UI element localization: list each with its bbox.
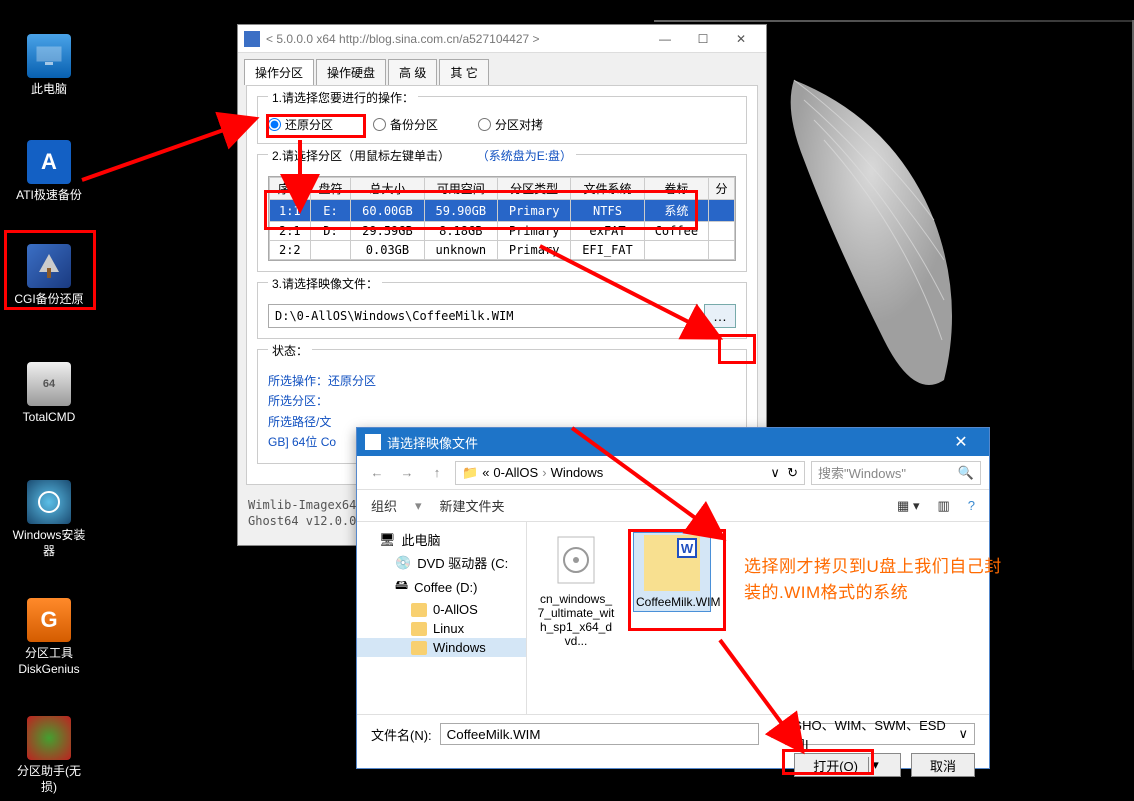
col-size: 总大小 bbox=[351, 178, 424, 200]
col-label: 卷标 bbox=[644, 178, 708, 200]
file-item[interactable]: cn_windows_7_ultimate_with_sp1_x64_dvd..… bbox=[537, 532, 615, 648]
tree-this-pc[interactable]: 🖥此电脑 bbox=[357, 528, 526, 551]
table-row[interactable]: 2:20.03GBunknownPrimaryEFI_FAT bbox=[270, 241, 735, 260]
partition-table[interactable]: 序号 盘符 总大小 可用空间 分区类型 文件系统 卷标 分 1:1E:60.00… bbox=[269, 177, 735, 260]
desktop-icon-label: 分区助手(无损) bbox=[10, 764, 88, 795]
tree-allos[interactable]: 0-AllOS bbox=[357, 600, 526, 619]
file-name: cn_windows_7_ultimate_with_sp1_x64_dvd..… bbox=[537, 592, 615, 648]
dialog-icon bbox=[365, 434, 381, 450]
titlebar[interactable]: < 5.0.0.0 x64 http://blog.sina.com.cn/a5… bbox=[238, 25, 766, 53]
organize-menu[interactable]: 组织 bbox=[371, 496, 397, 515]
file-item-selected[interactable]: W CoffeeMilk.WIM bbox=[633, 532, 711, 612]
section-operation: 1.请选择您要进行的操作： 还原分区 备份分区 分区对拷 bbox=[257, 96, 747, 144]
section-label: 1.请选择您要进行的操作： bbox=[268, 89, 418, 106]
desktop-icon-label: 分区工具DiskGenius bbox=[10, 646, 88, 677]
crumb-item[interactable]: 0-AllOS bbox=[493, 465, 538, 480]
view-button[interactable]: ▦ ▾ bbox=[897, 498, 919, 514]
dialog-titlebar[interactable]: 请选择映像文件 ✕ bbox=[357, 428, 989, 456]
partition-assist-icon bbox=[27, 716, 71, 760]
search-input[interactable]: 搜索"Windows" 🔍 bbox=[811, 461, 981, 485]
section-partition-select: 2.请选择分区（用鼠标左键单击） （系统盘为E:盘） 序号 盘符 总大小 可用空… bbox=[257, 154, 747, 272]
desktop-icon-label: Windows安装器 bbox=[10, 528, 88, 559]
tab-advanced[interactable]: 高 级 bbox=[388, 59, 437, 85]
close-button[interactable]: ✕ bbox=[722, 28, 760, 50]
nav-bar: ← → ↑ 📁 « 0-AllOS › Windows ∨ ↻ 搜索"Windo… bbox=[357, 456, 989, 490]
browse-button[interactable]: … bbox=[704, 304, 736, 328]
forward-button[interactable]: → bbox=[395, 461, 419, 485]
tab-disk[interactable]: 操作硬盘 bbox=[316, 59, 386, 85]
app-icon bbox=[244, 31, 260, 47]
new-folder-button[interactable]: 新建文件夹 bbox=[440, 496, 505, 515]
tree-windows[interactable]: Windows bbox=[357, 638, 526, 657]
col-fs: 文件系统 bbox=[571, 178, 644, 200]
table-row[interactable]: 1:1E:60.00GB59.90GBPrimaryNTFS系统 bbox=[270, 200, 735, 222]
tree-dvd[interactable]: 💿DVD 驱动器 (C: bbox=[357, 551, 526, 574]
filename-label: 文件名(N): bbox=[371, 725, 432, 744]
desktop-icon-label: TotalCMD bbox=[10, 410, 88, 426]
desktop-icon-partition-assist[interactable]: 分区助手(无损) bbox=[10, 716, 88, 795]
pc-icon bbox=[27, 34, 71, 78]
desktop-icon-ati[interactable]: A ATI极速备份 bbox=[10, 140, 88, 204]
toolbar: 组织▾ 新建文件夹 ▦ ▾ ▥ ? bbox=[357, 490, 989, 522]
up-button[interactable]: ↑ bbox=[425, 461, 449, 485]
tree-linux[interactable]: Linux bbox=[357, 619, 526, 638]
section-label: 2.请选择分区（用鼠标左键单击） （系统盘为E:盘） bbox=[268, 147, 576, 164]
tab-partition[interactable]: 操作分区 bbox=[244, 59, 314, 85]
status-part: 所选分区： bbox=[268, 391, 736, 411]
image-path-input[interactable] bbox=[268, 304, 698, 328]
desktop-icon-win-installer[interactable]: Windows安装器 bbox=[10, 480, 88, 559]
file-name: CoffeeMilk.WIM bbox=[636, 595, 708, 609]
section-label: 3.请选择映像文件： bbox=[268, 275, 382, 292]
col-extra: 分 bbox=[709, 178, 735, 200]
ati-icon: A bbox=[27, 140, 71, 184]
totalcmd-icon: 64 bbox=[27, 362, 71, 406]
back-button[interactable]: ← bbox=[365, 461, 389, 485]
maximize-button[interactable]: ☐ bbox=[684, 28, 722, 50]
status-op: 所选操作：还原分区 bbox=[268, 371, 736, 391]
windows-icon bbox=[27, 480, 71, 524]
col-idx: 序号 bbox=[270, 178, 311, 200]
col-drv: 盘符 bbox=[310, 178, 351, 200]
diskgenius-icon: G bbox=[27, 598, 71, 642]
file-list[interactable]: cn_windows_7_ultimate_with_sp1_x64_dvd..… bbox=[527, 522, 989, 714]
col-ptype: 分区类型 bbox=[497, 178, 570, 200]
window-title: < 5.0.0.0 x64 http://blog.sina.com.cn/a5… bbox=[266, 32, 540, 46]
folder-tree[interactable]: 🖥此电脑 💿DVD 驱动器 (C: 🖴Coffee (D:) 0-AllOS L… bbox=[357, 522, 527, 714]
filename-row: 文件名(N): ∨ GHO、WIM、SWM、ESD和I∨ bbox=[357, 714, 989, 753]
iso-icon bbox=[548, 532, 604, 588]
radio-backup[interactable]: 备份分区 bbox=[373, 116, 438, 133]
cgi-icon bbox=[27, 244, 71, 288]
preview-button[interactable]: ▥ bbox=[937, 498, 949, 514]
cancel-button[interactable]: 取消 bbox=[911, 753, 975, 777]
desktop-icon-cgi[interactable]: CGI备份还原 bbox=[10, 244, 88, 308]
desktop-icon-totalcmd[interactable]: 64 TotalCMD bbox=[10, 362, 88, 426]
open-button[interactable]: 打开(O)▾ bbox=[794, 753, 901, 777]
annotation-text: 选择刚才拷贝到U盘上我们自己封 装的.WIM格式的系统 bbox=[744, 554, 1002, 605]
crumb-item[interactable]: Windows bbox=[551, 465, 604, 480]
wim-icon: W bbox=[644, 535, 700, 591]
section-image-file: 3.请选择映像文件： … bbox=[257, 282, 747, 339]
filename-input[interactable] bbox=[440, 723, 760, 745]
dialog-title: 请选择映像文件 bbox=[387, 433, 478, 452]
radio-restore[interactable]: 还原分区 bbox=[268, 116, 333, 133]
desktop-icon-this-pc[interactable]: 此电脑 bbox=[10, 34, 88, 98]
col-free: 可用空间 bbox=[424, 178, 497, 200]
system-disk-hint: （系统盘为E:盘） bbox=[477, 149, 572, 163]
tab-bar: 操作分区 操作硬盘 高 级 其 它 bbox=[238, 53, 766, 85]
table-row[interactable]: 2:1D:29.59GB8.18GBPrimaryexFATCoffee bbox=[270, 222, 735, 241]
help-button[interactable]: ? bbox=[968, 498, 975, 513]
desktop-icon-label: CGI备份还原 bbox=[10, 292, 88, 308]
dialog-close-button[interactable]: ✕ bbox=[941, 432, 981, 452]
filetype-select[interactable]: GHO、WIM、SWM、ESD和I∨ bbox=[785, 723, 975, 745]
desktop-icon-label: ATI极速备份 bbox=[10, 188, 88, 204]
section-label: 状态： bbox=[268, 342, 312, 359]
radio-copy[interactable]: 分区对拷 bbox=[478, 116, 543, 133]
tree-coffee[interactable]: 🖴Coffee (D:) bbox=[357, 574, 526, 600]
minimize-button[interactable]: — bbox=[646, 28, 684, 50]
desktop-icon-diskgenius[interactable]: G 分区工具DiskGenius bbox=[10, 598, 88, 677]
desktop-icon-label: 此电脑 bbox=[10, 82, 88, 98]
tab-other[interactable]: 其 它 bbox=[439, 59, 488, 85]
breadcrumb[interactable]: 📁 « 0-AllOS › Windows ∨ ↻ bbox=[455, 461, 805, 485]
